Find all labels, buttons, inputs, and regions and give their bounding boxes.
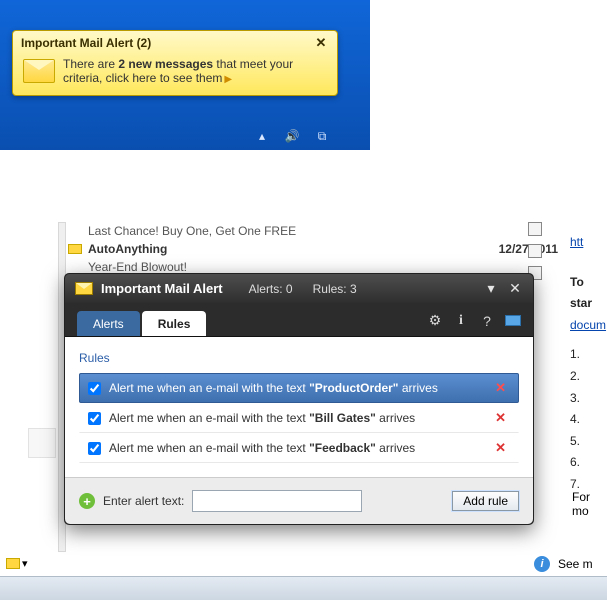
tray-up-icon[interactable]: ▴ xyxy=(254,128,270,144)
envelope-icon xyxy=(75,282,93,295)
mail-alert-toast[interactable]: Important Mail Alert (2) ✕ There are 2 n… xyxy=(12,30,338,96)
rule-row[interactable]: Alert me when an e-mail with the text "B… xyxy=(79,403,519,433)
desktop-background: Important Mail Alert (2) ✕ There are 2 n… xyxy=(0,0,370,150)
heading: To star xyxy=(570,272,607,315)
info-icon[interactable]: i xyxy=(453,313,469,329)
alert-text-input[interactable] xyxy=(192,490,362,512)
delete-rule-icon[interactable]: ✕ xyxy=(491,410,510,426)
rules-count: Rules: 3 xyxy=(313,282,357,296)
dialog-title: Important Mail Alert xyxy=(101,281,223,296)
rule-text: Alert me when an e-mail with the text "B… xyxy=(109,411,415,425)
tray-volume-icon[interactable]: 🔊 xyxy=(284,128,300,144)
help-icon[interactable]: ? xyxy=(479,313,495,329)
toast-title: Important Mail Alert (2) xyxy=(21,36,151,50)
close-icon[interactable]: ✕ xyxy=(313,35,329,51)
dialog-footer: + Enter alert text: Add rule xyxy=(65,477,533,524)
folder-breadcrumb[interactable]: ▾ xyxy=(4,557,28,570)
list-item: 6. xyxy=(570,452,607,474)
rule-text: Alert me when an e-mail with the text "F… xyxy=(109,441,415,455)
tray-network-icon[interactable]: ⧉ xyxy=(314,128,330,144)
mail-subject[interactable]: Last Chance! Buy One, Get One FREE xyxy=(88,224,296,238)
link[interactable]: docum xyxy=(570,315,607,337)
important-mail-alert-dialog: Important Mail Alert Alerts: 0 Rules: 3 … xyxy=(64,273,534,525)
rule-row[interactable]: Alert me when an e-mail with the text "F… xyxy=(79,433,519,463)
envelope-icon xyxy=(68,244,82,254)
rule-text: Alert me when an e-mail with the text "P… xyxy=(109,381,438,395)
pane-splitter[interactable] xyxy=(28,428,56,458)
rule-checkbox[interactable] xyxy=(88,412,101,425)
delete-rule-icon[interactable]: ✕ xyxy=(491,380,510,396)
see-more-text[interactable]: See m xyxy=(558,557,593,571)
rule-checkbox[interactable] xyxy=(88,382,101,395)
plus-icon: + xyxy=(79,493,95,509)
tab-rules[interactable]: Rules xyxy=(142,311,207,336)
list-item: 3. xyxy=(570,388,607,410)
list-item: 5. xyxy=(570,431,607,453)
chevron-right-icon: ▶ xyxy=(224,74,232,85)
dialog-body: Rules Alert me when an e-mail with the t… xyxy=(65,337,533,477)
dialog-tabs: Alerts Rules ⚙ i ? xyxy=(65,303,533,337)
mail-subject[interactable]: Year-End Blowout! xyxy=(88,260,187,274)
envelope-icon xyxy=(23,59,55,83)
flag-icon[interactable] xyxy=(528,222,542,236)
list-item: 4. xyxy=(570,409,607,431)
status-bar-info: i See m xyxy=(534,556,607,572)
folder-icon xyxy=(6,558,20,569)
rule-row[interactable]: Alert me when an e-mail with the text "P… xyxy=(79,373,519,403)
mail-sender[interactable]: AutoAnything xyxy=(88,242,167,256)
minimize-icon[interactable]: ▾ xyxy=(483,280,499,297)
mail-list: Last Chance! Buy One, Get One FREE AutoA… xyxy=(68,222,558,276)
mail-flag-column xyxy=(528,222,542,280)
toast-message: There are 2 new messages that meet your … xyxy=(63,57,293,85)
gear-icon[interactable]: ⚙ xyxy=(427,312,443,329)
footer-label: Enter alert text: xyxy=(103,494,184,508)
link[interactable]: htt xyxy=(570,232,607,254)
help-panel: htt To star docum 1. 2. 3. 4. 5. 6. 7. xyxy=(570,232,607,496)
close-icon[interactable]: ✕ xyxy=(507,280,523,297)
rule-checkbox[interactable] xyxy=(88,442,101,455)
dialog-titlebar[interactable]: Important Mail Alert Alerts: 0 Rules: 3 … xyxy=(65,274,533,303)
add-rule-button[interactable]: Add rule xyxy=(452,491,519,511)
for-more-text: For mo xyxy=(572,490,607,518)
list-item: 1. xyxy=(570,344,607,366)
delete-rule-icon[interactable]: ✕ xyxy=(491,440,510,456)
info-icon: i xyxy=(534,556,550,572)
section-label: Rules xyxy=(79,351,519,365)
alerts-count: Alerts: 0 xyxy=(249,282,293,296)
flag-icon[interactable] xyxy=(528,244,542,258)
status-bar xyxy=(0,576,607,600)
mail-icon[interactable] xyxy=(505,315,521,326)
system-tray: ▴ 🔊 ⧉ xyxy=(254,128,330,144)
tab-alerts[interactable]: Alerts xyxy=(77,311,140,336)
list-item: 2. xyxy=(570,366,607,388)
toast-body[interactable]: There are 2 new messages that meet your … xyxy=(13,53,337,95)
